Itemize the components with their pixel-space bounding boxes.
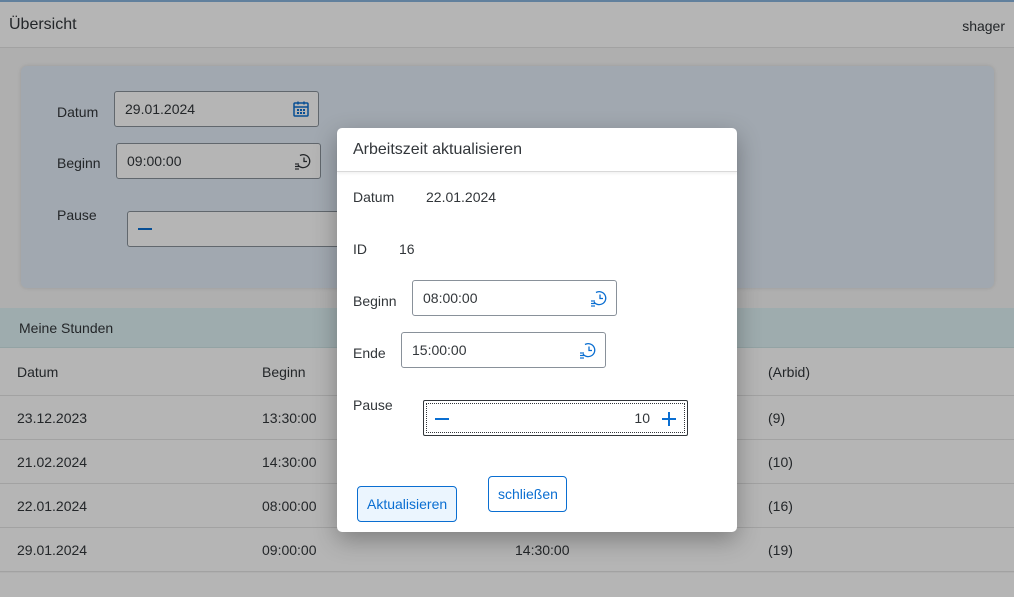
minus-icon[interactable] <box>432 409 452 429</box>
update-button[interactable]: Aktualisieren <box>357 486 457 522</box>
dialog-date-label: Datum <box>353 189 395 205</box>
close-button[interactable]: schließen <box>488 476 567 512</box>
dialog-pause-label: Pause <box>353 397 393 413</box>
dialog-header: Arbeitszeit aktualisieren <box>337 128 737 172</box>
dialog-start-input[interactable]: 08:00:00 <box>412 280 617 316</box>
dialog-pause-value: 10 <box>634 410 650 426</box>
plus-icon[interactable] <box>659 409 679 429</box>
dialog-end-input[interactable]: 15:00:00 <box>401 332 606 368</box>
dialog-start-value: 08:00:00 <box>423 290 478 306</box>
dialog-pause-stepper[interactable]: 10 <box>423 400 688 436</box>
dialog-date-value: 22.01.2024 <box>426 189 497 205</box>
dialog-start-label: Beginn <box>353 293 397 309</box>
dialog-end-value: 15:00:00 <box>412 342 467 358</box>
dialog-title: Arbeitszeit aktualisieren <box>353 141 522 158</box>
dialog-id-label: ID <box>353 241 367 257</box>
time-entry-icon[interactable] <box>579 341 597 359</box>
time-entry-icon[interactable] <box>590 289 608 307</box>
dialog-id-value: 16 <box>399 241 415 257</box>
update-worktime-dialog: Arbeitszeit aktualisieren Datum 22.01.20… <box>337 128 737 532</box>
dialog-end-label: Ende <box>353 345 386 361</box>
